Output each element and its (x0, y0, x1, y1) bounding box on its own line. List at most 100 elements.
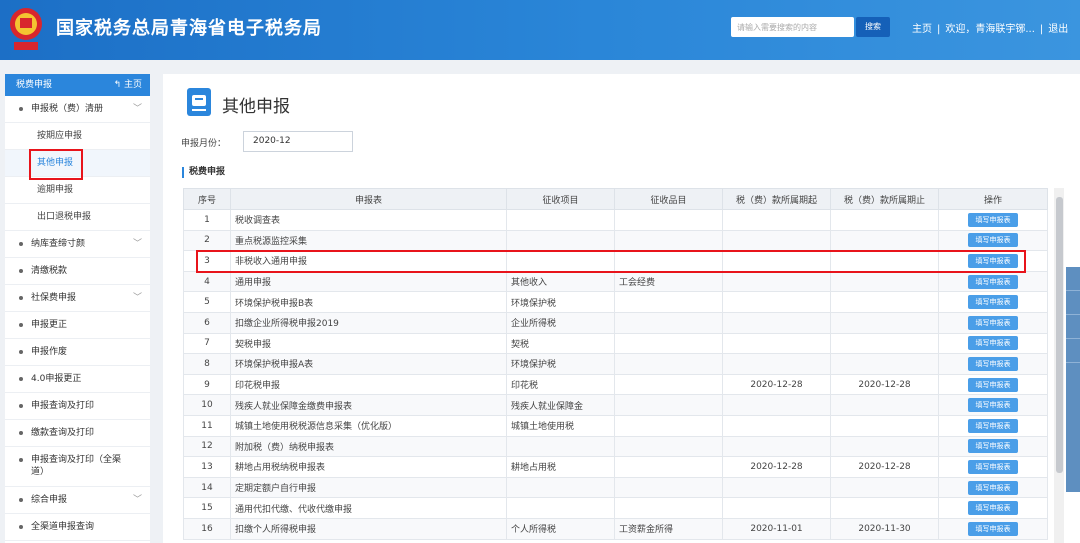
cell-end (830, 311, 939, 334)
table-row: 15 通用代扣代缴、代收代缴申报 填写申报表 (183, 497, 1048, 519)
cell-form: 税收调查表 (230, 209, 507, 231)
scrollbar-thumb[interactable] (1056, 197, 1063, 473)
chevron-down-icon[interactable]: ﹀ (133, 285, 142, 312)
cell-end (830, 332, 939, 355)
sidebar-item-label: 申报税（费）清册 (31, 104, 104, 114)
cell-start: 2020-11-01 (722, 517, 831, 540)
cell-end (830, 435, 939, 458)
bullet-icon (19, 106, 23, 111)
fill-form-button[interactable]: 填写申报表 (968, 439, 1018, 454)
sidebar-item[interactable]: 按期应申报 (5, 123, 150, 150)
fill-form-button[interactable]: 填写申报表 (968, 233, 1018, 248)
feedback-icon[interactable] (1066, 315, 1080, 339)
back-arrow-icon: ↰ (113, 80, 122, 90)
sidebar-home-link[interactable]: ↰ 主页 (114, 74, 142, 96)
page-title: 其他申报 (222, 97, 290, 117)
table-row: 13 耕地占用税纳税申报表 耕地占用税 2020-12-28 2020-12-28 填写申… (183, 456, 1048, 478)
col-header-action: 操作 (938, 188, 1048, 210)
sidebar-item-label: 清缴税款 (31, 266, 68, 276)
fill-form-button[interactable]: 填写申报表 (968, 315, 1018, 330)
fill-form-button[interactable]: 填写申报表 (968, 501, 1018, 516)
cell-no: 13 (183, 456, 231, 478)
cell-form: 通用申报 (230, 270, 507, 293)
cell-subitem (614, 414, 723, 437)
star-icon[interactable] (1066, 291, 1080, 315)
home-link[interactable]: 主页 (912, 20, 932, 35)
month-field[interactable]: 2020-12 (243, 131, 353, 152)
sidebar-header: 税费申报 ↰ 主页 (5, 74, 150, 96)
sidebar-item[interactable]: 全渠道申报查询 (5, 514, 150, 541)
sidebar-item[interactable]: 申报查询及打印（全渠道） (5, 447, 150, 487)
cell-item: 其他收入 (506, 270, 615, 293)
chevron-down-icon[interactable]: ﹀ (133, 96, 142, 123)
sidebar-home-label: 主页 (123, 80, 142, 90)
cell-form: 环境保护税申报A表 (230, 353, 507, 375)
cell-item (506, 435, 615, 458)
cell-form: 通用代扣代缴、代收代缴申报 (230, 497, 507, 519)
fill-form-button[interactable]: 填写申报表 (968, 398, 1018, 413)
cell-item: 环境保护税 (506, 353, 615, 375)
sidebar-item[interactable]: 4.0申报更正 (5, 366, 150, 393)
sidebar-item[interactable]: 社保费申报 ﹀ (5, 285, 150, 312)
sidebar-item[interactable]: 申报作废 (5, 339, 150, 366)
chevron-down-icon[interactable]: ﹀ (133, 231, 142, 258)
sidebar-item[interactable]: 出口退税申报 (5, 204, 150, 231)
sidebar-item[interactable]: 申报更正 (5, 312, 150, 339)
welcome-text[interactable]: 欢迎，青海联宇铘... (945, 20, 1035, 35)
floating-service-bar[interactable] (1066, 267, 1080, 492)
sidebar-item[interactable]: 综合申报 ﹀ (5, 487, 150, 514)
fill-form-button[interactable]: 填写申报表 (968, 295, 1018, 310)
fill-form-button[interactable]: 填写申报表 (968, 459, 1018, 474)
fill-form-button[interactable]: 填写申报表 (968, 377, 1018, 392)
top-header: 国家税务总局青海省电子税务局 搜索 主页 | 欢迎，青海联宇铘... | 退出 (0, 0, 1080, 60)
sidebar-item-label: 缴款查询及打印 (31, 428, 95, 438)
site-title: 国家税务总局青海省电子税务局 (56, 18, 322, 39)
sidebar-item[interactable]: 申报查询及打印 (5, 393, 150, 420)
cell-form: 残疾人就业保障金缴费申报表 (230, 394, 507, 416)
col-header-end: 税（费）款所属期止 (830, 188, 939, 210)
fill-form-button[interactable]: 填写申报表 (968, 356, 1018, 371)
fill-form-button[interactable]: 填写申报表 (968, 521, 1018, 536)
table-row: 2 重点税源监控采集 填写申报表 (183, 229, 1048, 252)
cell-action: 填写申报表 (938, 435, 1048, 458)
table-row: 1 税收调查表 填写申报表 (183, 209, 1048, 231)
logout-link[interactable]: 退出 (1048, 20, 1068, 35)
user-icon[interactable] (1066, 267, 1080, 291)
fill-form-button[interactable]: 填写申报表 (968, 336, 1018, 351)
fill-form-button[interactable]: 填写申报表 (968, 212, 1018, 227)
cell-start (722, 497, 831, 519)
cell-action: 填写申报表 (938, 353, 1048, 375)
sidebar-item[interactable]: 申报税（费）清册 ﹀ (5, 96, 150, 123)
fill-form-button[interactable]: 填写申报表 (968, 274, 1018, 289)
search-button[interactable]: 搜索 (856, 17, 890, 37)
section-title: 税费申报 (182, 167, 225, 178)
sidebar-item[interactable]: 逾期申报 (5, 177, 150, 204)
sidebar-item[interactable]: 纳库查缔寸颜 ﹀ (5, 231, 150, 258)
cell-no: 6 (183, 311, 231, 334)
cell-item (506, 229, 615, 252)
cell-no: 16 (183, 517, 231, 540)
cell-end: 2020-11-30 (830, 517, 939, 540)
fill-form-button[interactable]: 填写申报表 (968, 418, 1018, 433)
bullet-icon (19, 241, 23, 246)
sidebar-item-label: 申报更正 (31, 320, 68, 330)
fill-form-button[interactable]: 填写申报表 (968, 480, 1018, 495)
bullet-icon (19, 497, 23, 502)
cell-subitem (614, 456, 723, 478)
cell-subitem (614, 229, 723, 252)
bullet-icon (19, 458, 23, 462)
chevron-down-icon[interactable]: ﹀ (133, 487, 142, 514)
table-row: 8 环境保护税申报A表 环境保护税 填写申报表 (183, 353, 1048, 375)
cell-item (506, 497, 615, 519)
month-label: 申报月份： (181, 139, 227, 149)
cell-form: 印花税申报 (230, 373, 507, 396)
sidebar-item[interactable]: 清缴税款 (5, 258, 150, 285)
search-input[interactable] (731, 17, 854, 37)
cell-end (830, 229, 939, 252)
table-row: 12 附加税（费）纳税申报表 填写申报表 (183, 435, 1048, 458)
chat-icon[interactable] (1066, 339, 1080, 363)
sidebar-item[interactable]: 缴款查询及打印 (5, 420, 150, 447)
table-row: 9 印花税申报 印花税 2020-12-28 2020-12-28 填写申报表 (183, 373, 1048, 396)
bullet-icon (19, 524, 23, 529)
cell-no: 14 (183, 476, 231, 499)
